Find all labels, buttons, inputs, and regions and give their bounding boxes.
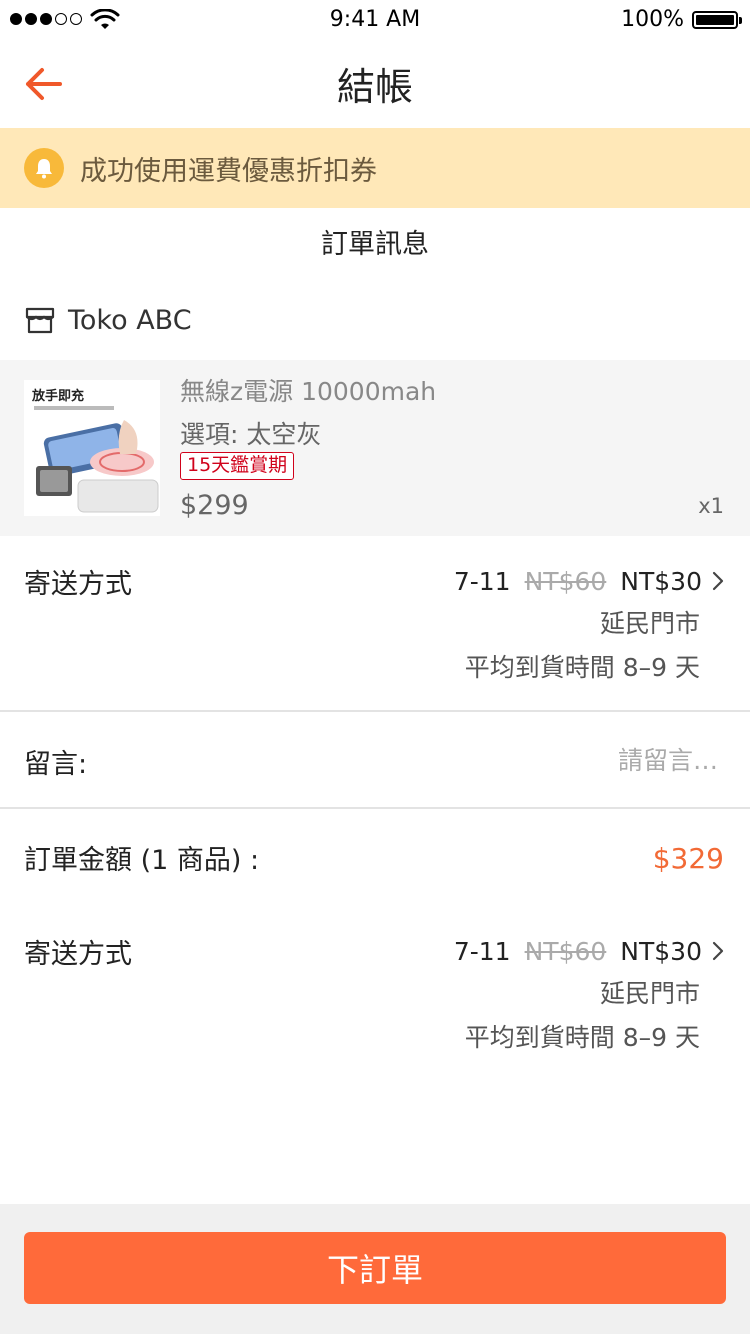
order-total-label: 訂單金額 (1 商品) : <box>24 845 260 876</box>
product-name: 無線z電源 10000mah <box>180 377 437 406</box>
shipping-summary-old-price: NT$60 <box>524 936 607 966</box>
coupon-notice-banner: 成功使用運費優惠折扣券 <box>0 128 750 208</box>
message-input[interactable] <box>358 740 718 780</box>
bell-icon <box>24 148 64 188</box>
nav-bar: 結帳 <box>0 40 750 128</box>
order-total-value: $329 <box>652 842 724 875</box>
divider <box>0 807 750 809</box>
chevron-right-icon[interactable] <box>710 939 726 963</box>
shipping-eta: 平均到貨時間 8–9 天 <box>464 653 700 682</box>
shipping-summary-eta: 平均到貨時間 8–9 天 <box>464 1023 700 1052</box>
message-label: 留言: <box>24 749 88 780</box>
shipping-label: 寄送方式 <box>24 569 132 600</box>
product-quantity: x1 <box>698 494 724 518</box>
shipping-summary-carrier: 7-11 <box>453 936 511 966</box>
shipping-new-price: NT$30 <box>620 566 702 596</box>
shop-name: Toko ABC <box>68 304 192 336</box>
product-price: $299 <box>180 490 249 521</box>
divider <box>0 710 750 712</box>
shipping-store: 延民門市 <box>599 609 700 638</box>
product-option: 選項: 太空灰 <box>180 420 322 449</box>
order-info-title: 訂單訊息 <box>321 229 429 260</box>
shipping-old-price: NT$60 <box>524 566 607 596</box>
product-item[interactable]: 放手即充 無線z電源 10000mah 選項: 太空灰 15天鑑賞期 $299 … <box>0 360 750 536</box>
shipping-carrier: 7-11 <box>453 566 511 596</box>
shop-header: Toko ABC <box>24 300 192 340</box>
store-icon <box>25 307 55 334</box>
page-title: 結帳 <box>336 65 413 109</box>
checkout-footer: 下訂單 <box>0 1204 750 1334</box>
shipping-summary-store: 延民門市 <box>599 979 700 1008</box>
battery-percentage: 100% <box>621 7 684 32</box>
shipping-summary-selector[interactable]: 7-11 NT$60 NT$30 延民門市 平均到貨時間 8–9 天 <box>326 933 726 1055</box>
chevron-right-icon[interactable] <box>710 569 726 593</box>
product-thumbnail: 放手即充 <box>24 380 160 516</box>
product-thumbnail-caption: 放手即充 <box>31 388 84 404</box>
status-bar: 9:41 AM 100% <box>0 0 750 40</box>
appraisal-period-badge: 15天鑑賞期 <box>180 452 295 480</box>
battery-icon <box>692 11 742 29</box>
shipping-summary-label: 寄送方式 <box>24 939 132 970</box>
coupon-notice-text: 成功使用運費優惠折扣券 <box>80 155 377 187</box>
shipping-method-selector[interactable]: 7-11 NT$60 NT$30 延民門市 平均到貨時間 8–9 天 <box>326 563 726 685</box>
place-order-button[interactable]: 下訂單 <box>24 1232 726 1304</box>
shipping-summary-new-price: NT$30 <box>620 936 702 966</box>
